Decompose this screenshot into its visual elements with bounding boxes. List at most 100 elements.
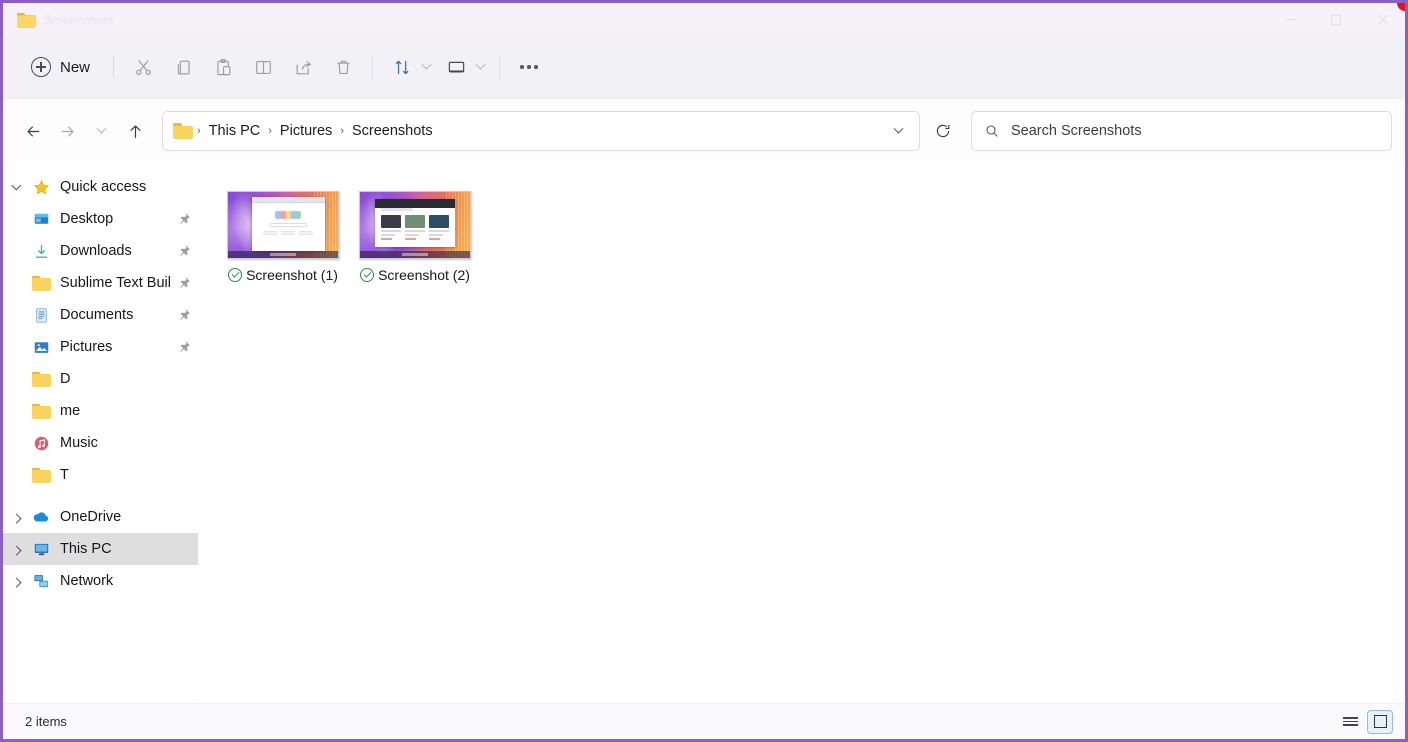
pin-icon[interactable] (178, 276, 192, 290)
delete-button[interactable] (323, 49, 363, 85)
maximize-button[interactable] (1313, 3, 1359, 36)
folder-icon (29, 403, 53, 419)
sidebar-item-me[interactable]: me (3, 395, 198, 427)
search-buttons-mini (263, 231, 313, 236)
paste-button[interactable] (203, 49, 243, 85)
rename-button[interactable] (243, 49, 283, 85)
folder-icon (17, 12, 36, 28)
pin-glyph (180, 341, 190, 352)
quick-access-twisty[interactable] (3, 180, 29, 191)
folder-icon (29, 467, 53, 483)
content-cards-mini (380, 215, 449, 241)
plus-circle-icon (31, 57, 51, 77)
pin-icon[interactable] (178, 212, 192, 226)
new-button[interactable]: New (25, 51, 104, 83)
sidebar-item-desktop[interactable]: Desktop (3, 203, 198, 235)
this-pc-twisty[interactable] (3, 545, 29, 556)
details-view-button[interactable] (1337, 710, 1363, 734)
sort-group (382, 49, 436, 85)
sidebar-item-label: me (60, 403, 81, 419)
star-icon (29, 179, 53, 196)
sidebar-item-sublime-text-build[interactable]: Sublime Text Buil (3, 267, 198, 299)
refresh-button[interactable] (926, 114, 960, 148)
file-thumbnail (226, 190, 340, 260)
breadcrumb-item-this-pc[interactable]: This PC (202, 119, 268, 143)
file-name: Screenshot (2) (378, 267, 470, 283)
pictures-glyph (34, 341, 48, 353)
folder-icon (29, 371, 53, 387)
explorer-body: Quick access Desktop Downloads Sublime T… (3, 163, 1405, 703)
pin-icon[interactable] (178, 340, 192, 354)
sidebar-item-d[interactable]: D (3, 363, 198, 395)
sidebar-item-documents[interactable]: Documents (3, 299, 198, 331)
search-icon (986, 125, 998, 137)
download-icon (29, 243, 53, 260)
sidebar-item-onedrive[interactable]: OneDrive (3, 501, 198, 533)
onedrive-twisty[interactable] (3, 513, 29, 524)
view-chevron[interactable] (470, 49, 490, 85)
sort-chevron[interactable] (416, 49, 436, 85)
sidebar-item-label: Network (60, 573, 114, 589)
breadcrumb-item-screenshots[interactable]: Screenshots (345, 119, 440, 143)
large-icons-view-button[interactable] (1367, 709, 1393, 734)
network-glyph (33, 574, 48, 587)
cut-button[interactable] (123, 49, 163, 85)
forward-button[interactable] (50, 114, 84, 148)
sidebar-item-this-pc[interactable]: This PC (3, 533, 198, 565)
previous-locations-button[interactable] (883, 116, 913, 146)
list-lines-icon (1342, 715, 1358, 729)
file-item[interactable]: Screenshot (2) (349, 187, 481, 299)
new-button-label: New (60, 58, 91, 76)
back-button[interactable] (16, 114, 50, 148)
chevron-right-icon (11, 577, 21, 588)
breadcrumb[interactable]: › This PC › Pictures › Screenshots (162, 111, 920, 151)
browser-window-mini (252, 196, 325, 251)
file-name: Screenshot (1) (246, 267, 338, 283)
pin-icon[interactable] (178, 308, 192, 322)
sidebar-group-quick-access[interactable]: Quick access (3, 171, 198, 203)
pin-glyph (180, 245, 190, 256)
sidebar-item-t[interactable]: T (3, 459, 198, 491)
google-logo-mini (275, 211, 302, 220)
sidebar-item-label: This PC (60, 541, 112, 557)
file-grid: Screenshot (1) Screenshot (2) (217, 187, 1405, 299)
file-item[interactable]: Screenshot (1) (217, 187, 349, 299)
arrow-right-icon (61, 125, 73, 137)
sidebar-item-downloads[interactable]: Downloads (3, 235, 198, 267)
network-twisty[interactable] (3, 577, 29, 588)
chevron-down-icon (475, 59, 485, 70)
card-image (428, 215, 449, 229)
sidebar-item-pictures[interactable]: Pictures (3, 331, 198, 363)
search-box[interactable]: Search Screenshots (971, 111, 1392, 151)
card-line (428, 234, 443, 237)
search-input[interactable]: Search Screenshots (1011, 123, 1142, 139)
copy-icon (177, 60, 190, 75)
chevron-right-icon (11, 545, 21, 556)
music-glyph (34, 436, 48, 450)
pin-glyph (180, 309, 190, 320)
layout-icon (448, 61, 464, 72)
up-button[interactable] (118, 114, 152, 148)
breadcrumb-separator: › (197, 125, 201, 137)
share-button[interactable] (283, 49, 323, 85)
arrow-left-icon (27, 125, 39, 137)
card-line (428, 230, 449, 233)
see-more-button[interactable] (509, 49, 549, 85)
sidebar-item-network[interactable]: Network (3, 565, 198, 597)
sidebar-item-label: T (60, 467, 69, 483)
sidebar-item-label: Quick access (60, 179, 147, 195)
music-icon (29, 435, 53, 452)
copy-button[interactable] (163, 49, 203, 85)
cloud-synced-check-icon (360, 268, 375, 282)
sidebar-item-music[interactable]: Music (3, 427, 198, 459)
breadcrumb-item-pictures[interactable]: Pictures (273, 119, 339, 143)
minimize-button[interactable] (1267, 3, 1313, 36)
cloud-glyph (33, 512, 49, 522)
recent-locations-button[interactable] (84, 114, 118, 148)
browser-window-mini (375, 199, 455, 247)
pin-icon[interactable] (178, 244, 192, 258)
download-glyph (35, 244, 47, 258)
card-accent-line (380, 238, 392, 241)
ellipsis-icon (520, 65, 538, 69)
file-list-view[interactable]: Screenshot (1) Screenshot (2) (199, 163, 1405, 703)
